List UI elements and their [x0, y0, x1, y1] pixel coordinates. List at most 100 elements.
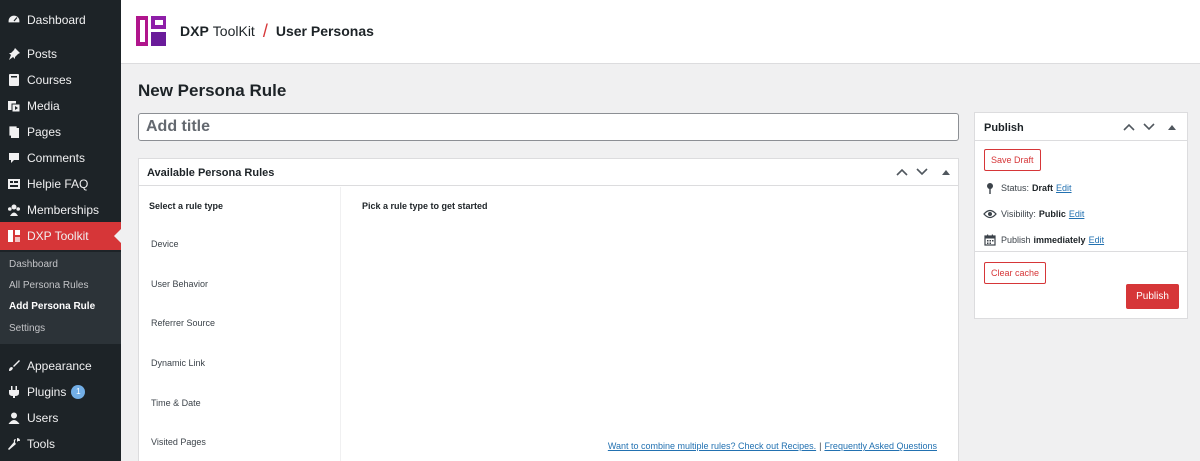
rules-box-header: Available Persona Rules — [139, 159, 958, 186]
plugins-update-badge: 1 — [71, 385, 86, 399]
edit-visibility-link[interactable]: Edit — [1069, 209, 1085, 219]
sidebar-item-label: Appearance — [27, 359, 92, 373]
publish-divider — [975, 251, 1187, 252]
sidebar-item-label: Helpie FAQ — [27, 177, 89, 191]
edit-status-link[interactable]: Edit — [1056, 183, 1072, 193]
pin-icon — [983, 181, 997, 195]
rules-box-title: Available Persona Rules — [147, 167, 275, 179]
status-label: Status: — [1001, 183, 1030, 193]
breadcrumb-separator: / — [262, 21, 268, 41]
submenu-item-dashboard[interactable]: Dashboard — [9, 259, 58, 270]
submenu-item-add-persona-rule[interactable]: Add Persona Rule — [9, 301, 95, 312]
publish-box-title: Publish — [984, 122, 1024, 134]
groups-icon — [6, 202, 22, 218]
submenu-item-settings[interactable]: Settings — [9, 323, 45, 334]
sidebar-item-helpie-faq[interactable]: Helpie FAQ — [0, 171, 121, 197]
pin-icon — [6, 46, 22, 62]
publish-box-header: Publish — [975, 113, 1187, 141]
rule-type-time-date[interactable]: Time & Date — [151, 398, 201, 408]
rule-type-device[interactable]: Device — [151, 239, 179, 249]
sidebar-item-label: Plugins — [27, 385, 67, 399]
persona-rules-box: Available Persona Rules Select a rule ty… — [138, 158, 959, 461]
brand-name-rest: ToolKit — [212, 23, 255, 39]
rule-type-user-behavior[interactable]: User Behavior — [151, 279, 208, 289]
title-input[interactable] — [138, 113, 959, 141]
publish-time-row: Publish immediately Edit — [983, 233, 1104, 247]
status-value: Draft — [1032, 183, 1054, 193]
edit-publish-time-link[interactable]: Edit — [1089, 235, 1105, 245]
user-icon — [6, 410, 22, 426]
brush-icon — [6, 358, 22, 374]
status-row: Status: Draft Edit — [983, 181, 1072, 195]
sidebar-item-appearance[interactable]: Appearance — [0, 353, 121, 379]
sidebar-item-posts[interactable]: Posts — [0, 41, 121, 67]
wrench-icon — [6, 436, 22, 452]
sidebar-item-comments[interactable]: Comments — [0, 145, 121, 171]
publish-time-value: immediately — [1033, 235, 1086, 245]
rule-type-visited-pages[interactable]: Visited Pages — [151, 437, 206, 447]
chevron-down-icon[interactable] — [915, 165, 929, 179]
recipes-link[interactable]: Want to combine multiple rules? Check ou… — [608, 441, 816, 451]
sidebar-item-courses[interactable]: Courses — [0, 67, 121, 93]
sidebar-item-plugins[interactable]: Plugins 1 — [0, 379, 121, 405]
chevron-down-icon[interactable] — [1142, 120, 1156, 134]
breadcrumb-page-name: User Personas — [275, 23, 374, 39]
sidebar-item-label: Pages — [27, 125, 62, 139]
sidebar-item-tools[interactable]: Tools — [0, 431, 121, 457]
link-separator: | — [819, 441, 822, 451]
rule-type-list-heading: Select a rule type — [149, 201, 224, 211]
page-title: New Persona Rule — [138, 81, 287, 100]
calendar-icon — [983, 233, 997, 247]
clear-cache-button[interactable]: Clear cache — [984, 262, 1047, 284]
dxp-toolkit-logo-icon — [136, 16, 166, 46]
sidebar-item-pages[interactable]: Pages — [0, 119, 121, 145]
dashboard-icon — [6, 12, 22, 28]
submenu-item-all-persona-rules[interactable]: All Persona Rules — [9, 280, 88, 291]
sidebar-item-label: Memberships — [27, 203, 100, 217]
sidebar-item-label: Tools — [27, 437, 56, 451]
publish-box: Publish Save Draft Status: Draft Edit Vi… — [974, 112, 1188, 319]
sidebar-item-media[interactable]: Media — [0, 93, 121, 119]
publish-button[interactable]: Publish — [1126, 284, 1179, 309]
sidebar-item-label: Comments — [27, 151, 86, 165]
save-draft-button[interactable]: Save Draft — [984, 149, 1041, 171]
visibility-label: Visibility: — [1001, 209, 1036, 219]
sidebar-item-label: Users — [27, 411, 59, 425]
comment-icon — [6, 150, 22, 166]
sidebar-item-label: DXP Toolkit — [27, 229, 89, 243]
media-icon — [6, 98, 22, 114]
sidebar-item-label: Posts — [27, 47, 58, 61]
page-scrollbar[interactable] — [1188, 64, 1200, 461]
chevron-up-icon[interactable] — [895, 165, 909, 179]
rule-config-placeholder: Pick a rule type to get started — [362, 201, 488, 211]
visibility-value: Public — [1038, 209, 1066, 219]
eye-icon — [983, 207, 997, 221]
sidebar-item-users[interactable]: Users — [0, 405, 121, 431]
collapse-toggle-icon[interactable] — [939, 165, 953, 179]
brand-breadcrumb: DXP ToolKit / User Personas — [180, 21, 374, 41]
book-icon — [6, 72, 22, 88]
faq-link[interactable]: Frequently Asked Questions — [824, 441, 937, 451]
dxp-logo-icon — [6, 228, 22, 244]
pages-icon — [6, 124, 22, 140]
sidebar-item-label: Courses — [27, 73, 72, 87]
sidebar-item-memberships[interactable]: Memberships — [0, 197, 121, 223]
chevron-up-icon[interactable] — [1122, 120, 1136, 134]
sidebar-item-label: Media — [27, 99, 60, 113]
publish-time-label: Publish — [1001, 235, 1031, 245]
sidebar-item-label: Dashboard — [27, 13, 86, 27]
rule-type-dynamic-link[interactable]: Dynamic Link — [151, 358, 205, 368]
visibility-row: Visibility: Public Edit — [983, 207, 1084, 221]
brand-name-bold: DXP — [180, 23, 209, 39]
sidebar-item-dxp-toolkit[interactable]: DXP Toolkit — [0, 222, 121, 250]
faq-icon — [6, 176, 22, 192]
collapse-toggle-icon[interactable] — [1165, 120, 1179, 134]
sidebar-item-dashboard[interactable]: Dashboard — [0, 7, 121, 33]
admin-sidebar: Dashboard Posts Courses Media Pages Comm… — [0, 0, 121, 461]
rules-help-links: Want to combine multiple rules? Check ou… — [608, 441, 937, 451]
plugin-header: DXP ToolKit / User Personas — [121, 0, 1200, 64]
rule-type-referrer-source[interactable]: Referrer Source — [151, 318, 215, 328]
dxp-submenu: Dashboard All Persona Rules Add Persona … — [0, 252, 121, 344]
rule-config-panel: Pick a rule type to get started Want to … — [340, 187, 958, 461]
plugin-icon — [6, 384, 22, 400]
